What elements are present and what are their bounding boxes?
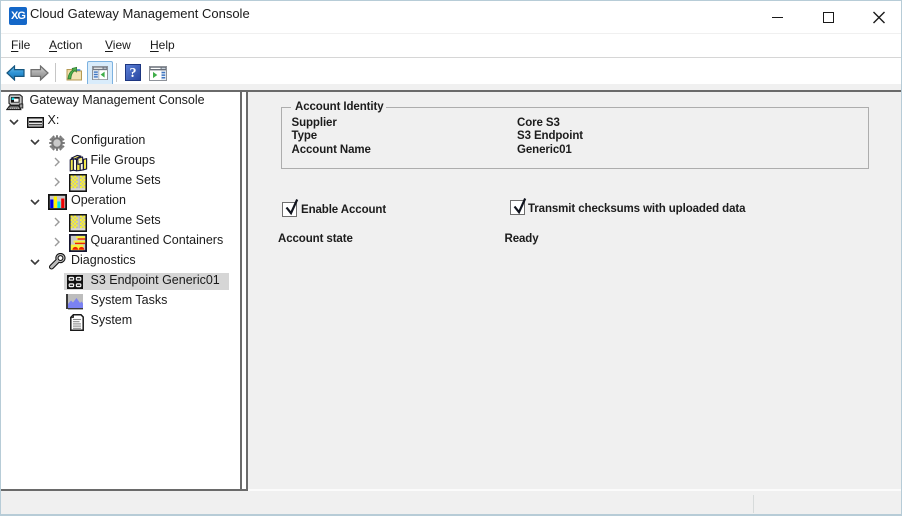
svg-text:?: ?: [130, 66, 137, 81]
